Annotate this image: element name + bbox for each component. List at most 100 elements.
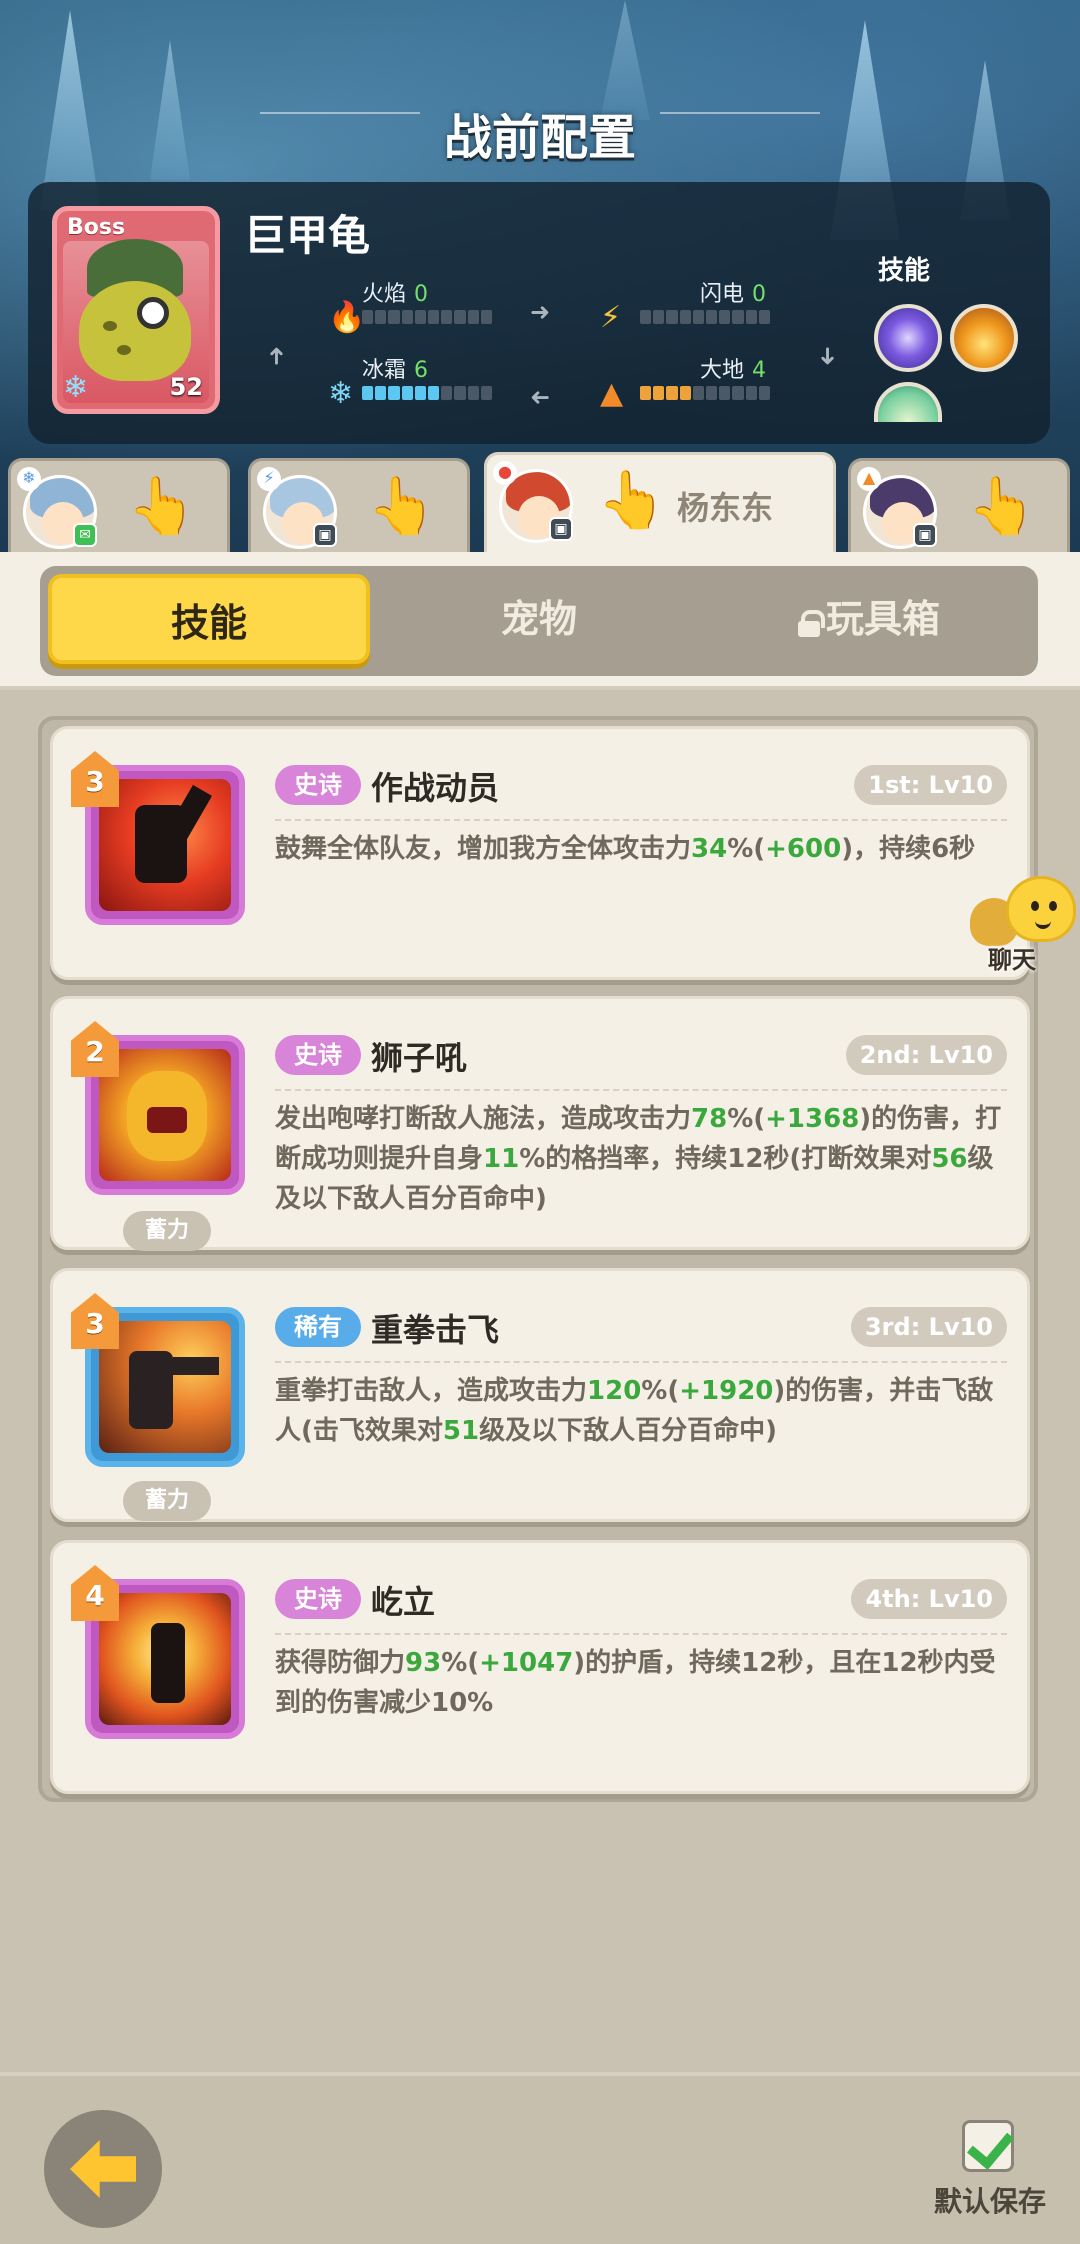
- tier-badge: 3: [71, 1293, 119, 1349]
- boss-skill-crown-icon[interactable]: [950, 304, 1018, 372]
- stat-bar-segment: [732, 310, 744, 324]
- stat-bar-segment: [401, 310, 413, 324]
- boss-portrait[interactable]: Boss ❄ 52: [52, 206, 220, 414]
- highlight-value: 56: [931, 1144, 968, 1174]
- stat-earth-value: 4: [752, 358, 767, 383]
- stat-fire: 🔥 火焰 0: [328, 276, 528, 336]
- chat-label: 聊天: [988, 946, 1036, 974]
- tier-badge: 2: [71, 1021, 119, 1077]
- skill-description: 获得防御力93%(+1047)的护盾，持续12秒，且在12秒内受到的伤害减少10…: [275, 1643, 1003, 1723]
- frost-icon: ❄: [17, 467, 41, 491]
- stat-bar-segment: [414, 386, 427, 400]
- tab-pets[interactable]: 宠物: [378, 574, 700, 664]
- stat-bar-segment: [640, 386, 652, 400]
- hero-name: 杨东东: [677, 489, 774, 527]
- description-text: %的格挡率，持续12秒(打断效果对: [519, 1144, 932, 1174]
- tap-hand-icon: 👆: [367, 474, 437, 539]
- stat-bar-segment: [388, 386, 400, 400]
- highlight-value: 11: [483, 1144, 520, 1174]
- stat-fire-label: 火焰: [362, 282, 407, 307]
- default-save-label: 默认保存: [934, 2185, 1047, 2218]
- boss-level: 52: [169, 373, 203, 401]
- default-save-checkbox[interactable]: [962, 2120, 1014, 2172]
- stat-bar-segment: [732, 386, 744, 400]
- chat-button[interactable]: 聊天: [968, 876, 1080, 976]
- stat-bar-segment: [758, 310, 771, 324]
- highlight-value: 93: [405, 1648, 442, 1678]
- skill-description: 发出咆哮打断敌人施法，造成攻击力78%(+1368)的伤害，打断成功则提升自身1…: [275, 1099, 1003, 1219]
- description-text: )，持续6秒: [841, 834, 976, 864]
- frost-icon: ❄: [63, 370, 89, 405]
- skill-name: 重拳击飞: [371, 1311, 500, 1349]
- description-text: 发出咆哮打断敌人施法，造成攻击力: [275, 1104, 692, 1134]
- cycle-arrow-icon: ➜: [530, 384, 551, 412]
- highlight-value: +1368: [765, 1104, 860, 1134]
- stat-bar-segment: [467, 310, 479, 324]
- slot-level-badge: 2nd: Lv10: [845, 1035, 1007, 1075]
- description-text: 级及以下敌人百分百命中): [479, 1416, 777, 1446]
- cycle-arrow-icon: ➜: [530, 298, 551, 326]
- fire-icon: ●: [493, 461, 517, 485]
- highlight-value: 78: [691, 1104, 728, 1134]
- lock-icon: [797, 610, 825, 637]
- description-text: %(: [727, 1104, 766, 1134]
- slot-level-badge: 1st: Lv10: [854, 765, 1007, 805]
- stat-lightning-label: 闪电: [700, 282, 745, 307]
- stat-bar-segment: [679, 310, 691, 324]
- stat-bar-segment: [706, 310, 718, 324]
- skill-card[interactable]: 4 史诗 屹立 4th: Lv10 获得防御力93%(+1047)的护盾，持续1…: [50, 1540, 1030, 1794]
- stat-lightning-value: 0: [752, 282, 767, 307]
- stat-bar-segment: [653, 310, 665, 324]
- stat-bar-segment: [745, 310, 757, 324]
- stat-bar-segment: [758, 386, 771, 400]
- rarity-badge: 史诗: [275, 1579, 361, 1619]
- description-text: %(: [641, 1376, 680, 1406]
- stat-bar-segment: [719, 386, 731, 400]
- description-text: 鼓舞全体队友，增加我方全体攻击力: [275, 834, 692, 864]
- stat-bar-segment: [692, 310, 705, 324]
- description-text: %(: [441, 1648, 480, 1678]
- charge-tag: 蓄力: [123, 1211, 211, 1251]
- rarity-badge: 史诗: [275, 1035, 361, 1075]
- skill-description: 重拳打击敌人，造成攻击力120%(+1920)的伤害，并击飞敌人(击飞效果对51…: [275, 1371, 1003, 1451]
- stat-frost-value: 6: [414, 358, 429, 383]
- stat-bar-segment: [640, 310, 652, 324]
- hero-tab-1[interactable]: ❄ ✉ 👆: [8, 458, 230, 554]
- stat-bar-segment: [362, 310, 374, 324]
- tap-hand-icon: 👆: [127, 474, 197, 539]
- skill-card[interactable]: 3 史诗 作战动员 1st: Lv10 鼓舞全体队友，增加我方全体攻击力34%(…: [50, 726, 1030, 980]
- frost-icon: ❄: [328, 376, 354, 411]
- stat-earth: ▲ 大地 4: [600, 352, 800, 412]
- boss-skill-partial-icon[interactable]: [874, 382, 942, 422]
- boss-skill-vortex-icon[interactable]: [874, 304, 942, 372]
- cycle-arrow-icon: ➜: [262, 345, 291, 367]
- skill-card[interactable]: 3 蓄力 稀有 重拳击飞 3rd: Lv10 重拳打击敌人，造成攻击力120%(…: [50, 1268, 1030, 1522]
- boss-name: 巨甲龟: [244, 211, 371, 260]
- hero-tab-2[interactable]: ⚡ ▣ 👆: [248, 458, 470, 554]
- tap-hand-icon: 👆: [967, 474, 1037, 539]
- tier-badge: 3: [71, 751, 119, 807]
- stat-frost-bar: [362, 386, 493, 400]
- bottom-bar: 默认保存: [0, 2072, 1080, 2244]
- stat-bar-segment: [706, 386, 718, 400]
- stat-bar-segment: [679, 386, 691, 400]
- lightning-icon: ⚡: [257, 467, 281, 491]
- tab-toybox[interactable]: 玩具箱: [708, 574, 1030, 664]
- slot-level-badge: 3rd: Lv10: [850, 1307, 1007, 1347]
- stat-lightning: ⚡ 闪电 0: [600, 276, 800, 336]
- stat-bar-segment: [745, 386, 757, 400]
- hero-tab-4[interactable]: ▲ ▣ 👆: [848, 458, 1070, 554]
- tab-skills[interactable]: 技能: [48, 574, 370, 664]
- skill-card[interactable]: 2 蓄力 史诗 狮子吼 2nd: Lv10 发出咆哮打断敌人施法，造成攻击力78…: [50, 996, 1030, 1251]
- stat-bar-segment: [454, 310, 466, 324]
- stat-frost: ❄ 冰霜 6: [328, 352, 528, 412]
- slot-level-badge: 4th: Lv10: [851, 1579, 1007, 1619]
- stat-bar-segment: [719, 310, 731, 324]
- highlight-value: 34: [691, 834, 728, 864]
- stat-bar-segment: [666, 310, 678, 324]
- hero-tab-3[interactable]: ● ▣ 👆 杨东东: [484, 452, 836, 556]
- highlight-value: +1047: [479, 1648, 574, 1678]
- back-button[interactable]: [44, 2110, 162, 2228]
- stat-frost-label: 冰霜: [362, 358, 407, 383]
- stat-bar-segment: [692, 386, 705, 400]
